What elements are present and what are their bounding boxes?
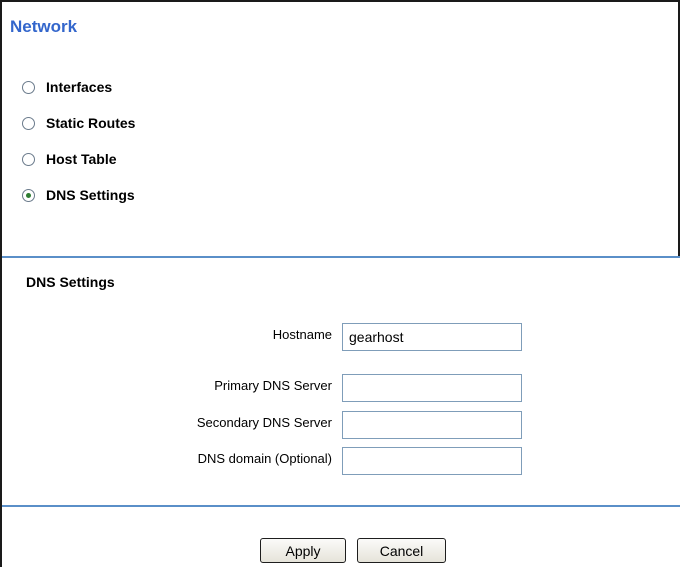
radio-button-icon[interactable] (22, 116, 35, 130)
section-title: DNS Settings (26, 274, 115, 290)
section-divider-bottom (2, 505, 680, 507)
radio-static-routes[interactable]: Static Routes (22, 114, 135, 132)
apply-button[interactable]: Apply (260, 538, 346, 563)
cancel-button[interactable]: Cancel (357, 538, 446, 563)
radio-label-interfaces: Interfaces (46, 79, 113, 95)
radio-button-icon[interactable] (22, 152, 35, 166)
page-title: Network (10, 17, 78, 36)
radio-label-dns-settings: DNS Settings (46, 187, 135, 203)
radio-button-icon[interactable] (22, 80, 35, 94)
dns-domain-label: DNS domain (Optional) (197, 451, 332, 466)
hostname-input[interactable] (342, 323, 522, 351)
radio-label-static-routes: Static Routes (46, 115, 136, 131)
primary-dns-input[interactable] (342, 374, 522, 402)
secondary-dns-input[interactable] (342, 411, 522, 439)
primary-dns-label: Primary DNS Server (214, 378, 332, 393)
dns-domain-input[interactable] (342, 447, 522, 475)
hostname-label: Hostname (272, 327, 332, 342)
section-divider-top (2, 256, 680, 258)
radio-host-table[interactable]: Host Table (22, 150, 117, 168)
secondary-dns-label: Secondary DNS Server (196, 415, 332, 430)
radio-interfaces[interactable]: Interfaces (22, 78, 112, 96)
radio-dns-settings[interactable]: DNS Settings (22, 186, 135, 204)
radio-button-selected-icon[interactable] (22, 188, 35, 202)
radio-label-host-table: Host Table (46, 151, 117, 167)
